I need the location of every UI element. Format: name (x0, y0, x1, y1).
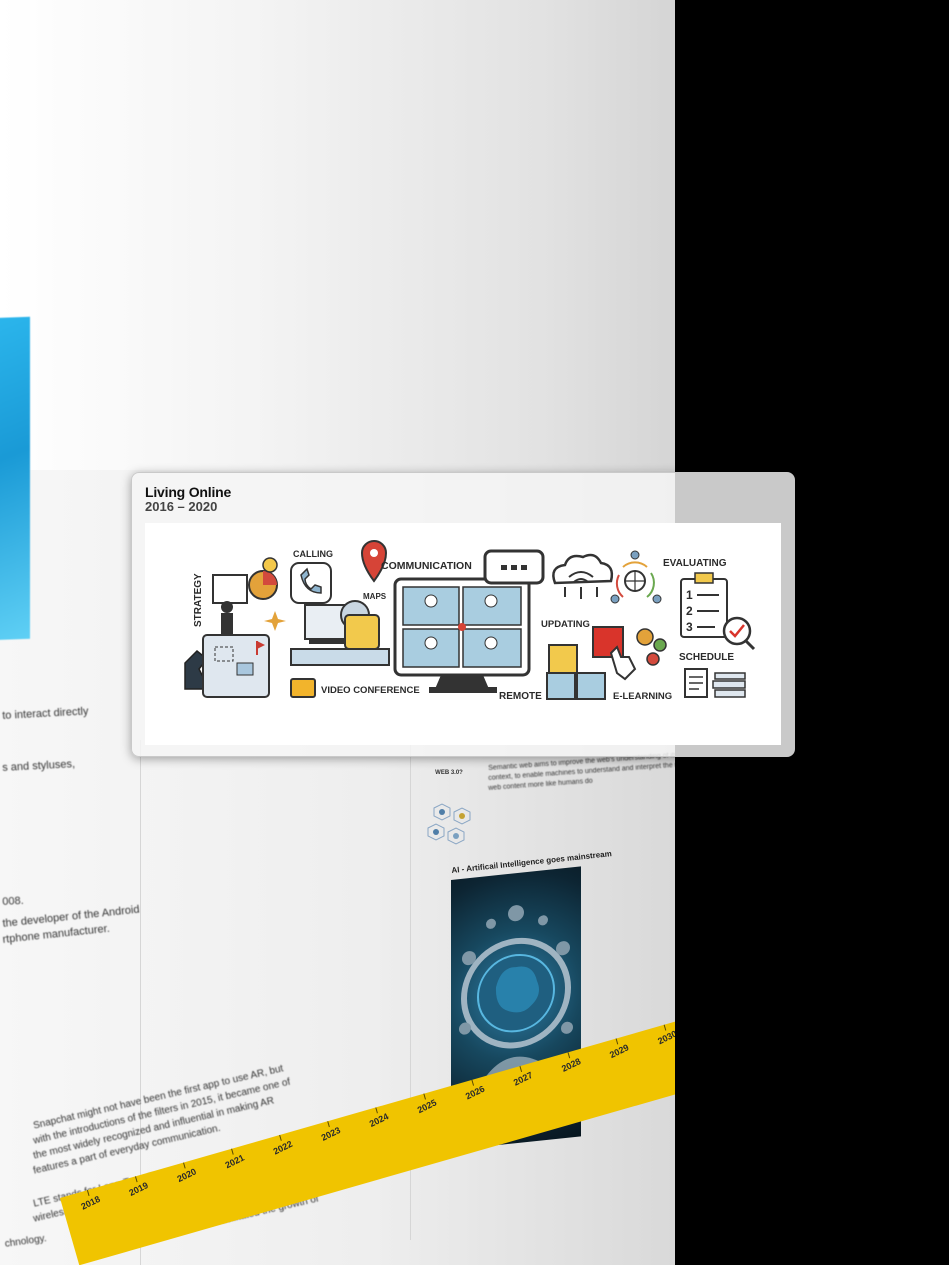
year-label[interactable]: 2028 (560, 1056, 582, 1074)
person-icon (610, 594, 620, 604)
popup-dates: 2016 – 2020 (145, 499, 218, 514)
gear-icon (646, 652, 660, 666)
year-label[interactable]: 2024 (368, 1111, 390, 1129)
label-remote: REMOTE (499, 691, 542, 702)
year-label[interactable]: 2018 (79, 1194, 101, 1212)
year-label[interactable]: 2021 (224, 1153, 246, 1171)
label-video-conference: VIDEO CONFERENCE (321, 685, 420, 696)
stage: to interact directly s and styluses, 008… (0, 0, 949, 1265)
books-icon (714, 672, 746, 680)
left-event-image[interactable] (0, 316, 30, 642)
year-label[interactable]: 2019 (127, 1180, 149, 1198)
popup-illustration: STRATEGY CALLING MAPS VIDEO CONFERENCE C… (145, 523, 781, 745)
gear-icon (636, 628, 654, 646)
briefcase-icon (290, 678, 316, 698)
monitor-stand-icon (435, 675, 489, 689)
label-communication: COMMUNICATION (381, 560, 472, 572)
year-label[interactable]: 2020 (175, 1166, 197, 1184)
phone-call-icon (290, 562, 332, 604)
timeline-top-area (0, 0, 675, 470)
web3-event[interactable]: WEB 3.0? Semantic web aims to improve th… (418, 752, 675, 850)
web3-logo-text: WEB 3.0? (435, 770, 463, 776)
person-icon (630, 550, 640, 560)
left-snippet: 008. (2, 894, 25, 908)
living-online-illustration: STRATEGY CALLING MAPS VIDEO CONFERENCE C… (184, 540, 756, 702)
year-label[interactable]: 2025 (416, 1097, 438, 1115)
label-maps: MAPS (363, 592, 387, 601)
technology-text: chnology. (4, 1233, 48, 1250)
sparkle-icon (264, 611, 286, 631)
label-schedule: SCHEDULE (679, 652, 734, 663)
left-snippet: to interact directly (2, 705, 89, 722)
list-number: 3 (686, 620, 693, 634)
lightbulb-icon (262, 557, 278, 573)
year-label[interactable]: 2027 (512, 1070, 534, 1088)
desk-icon (290, 648, 390, 666)
gear-icon (653, 638, 667, 652)
magnifier-check-icon (722, 616, 752, 646)
label-updating: UPDATING (541, 619, 590, 630)
label-calling: CALLING (293, 549, 333, 559)
year-label[interactable]: 2026 (464, 1084, 486, 1102)
list-number: 1 (686, 588, 693, 602)
year-label[interactable]: 2030 (656, 1029, 675, 1047)
network-nodes-icon (427, 803, 471, 845)
presentation-board-icon (212, 574, 248, 604)
year-label[interactable]: 2029 (608, 1042, 630, 1060)
puzzle-piece-icon (548, 644, 578, 674)
person-icon (221, 601, 233, 613)
list-number: 2 (686, 604, 693, 618)
label-strategy: STRATEGY (193, 573, 204, 627)
event-popup-card[interactable]: Living Online 2016 – 2020 STRATEGY CALLI… (131, 472, 795, 757)
label-e-learning: E-LEARNING (613, 691, 672, 702)
popup-title: Living Online (145, 484, 232, 500)
year-label[interactable]: 2022 (272, 1139, 294, 1157)
left-snippet: s and styluses, (2, 758, 76, 774)
year-label[interactable]: 2023 (320, 1125, 342, 1143)
web3-logo: WEB 3.0? (418, 770, 480, 800)
label-evaluating: EVALUATING (663, 558, 727, 569)
person-icon (652, 594, 662, 604)
